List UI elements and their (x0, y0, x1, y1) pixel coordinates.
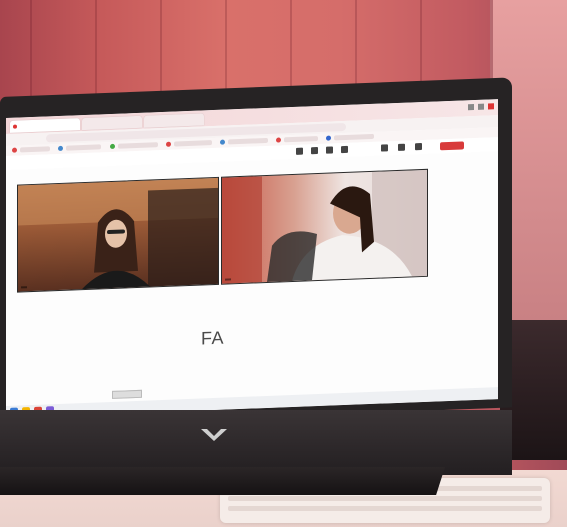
key-row (228, 496, 542, 501)
key-row (228, 506, 542, 511)
participant-video-tile[interactable] (17, 176, 219, 293)
hp-logo-icon (201, 429, 227, 441)
bookmark[interactable] (174, 140, 212, 147)
view-icon[interactable] (341, 145, 348, 154)
bookmark[interactable] (334, 133, 374, 141)
bookmark[interactable] (66, 144, 101, 151)
bookmark[interactable] (228, 137, 268, 145)
bookmark-icon[interactable] (110, 143, 115, 150)
participant-silhouette (222, 169, 427, 284)
caption-chip[interactable] (112, 389, 142, 399)
laptop-chin (0, 410, 512, 475)
maximize-icon[interactable] (478, 103, 484, 110)
participant-silhouette (18, 177, 218, 290)
main-content-text: FA (201, 327, 225, 349)
close-icon[interactable] (488, 103, 494, 110)
browser-tab[interactable] (82, 115, 142, 131)
photo-scene: FA (0, 0, 567, 527)
bookmark[interactable] (284, 136, 318, 143)
laptop-screen: FA (6, 99, 498, 418)
bookmark-icon[interactable] (326, 135, 331, 141)
people-icon[interactable] (311, 147, 318, 155)
mic-icon[interactable] (398, 143, 405, 151)
camera-icon[interactable] (381, 144, 388, 152)
bookmark-icon[interactable] (58, 145, 63, 152)
minimize-icon[interactable] (468, 104, 474, 111)
chat-icon[interactable] (296, 147, 303, 155)
bookmark-icon[interactable] (166, 141, 171, 147)
leave-button[interactable] (440, 141, 464, 151)
participant-name-label (21, 286, 27, 289)
browser-tab[interactable] (144, 113, 204, 128)
bookmark-icon[interactable] (12, 147, 17, 153)
bookmark[interactable] (20, 146, 50, 153)
bookmark-icon[interactable] (276, 137, 281, 143)
participant-video-tile[interactable] (221, 168, 428, 285)
bookmark[interactable] (118, 142, 158, 149)
bookmark-icon[interactable] (220, 139, 225, 145)
participant-name-label (225, 278, 231, 281)
tab-favicon-icon (13, 124, 17, 129)
laptop-base (0, 467, 445, 495)
react-icon[interactable] (326, 146, 333, 154)
share-screen-icon[interactable] (415, 143, 422, 151)
